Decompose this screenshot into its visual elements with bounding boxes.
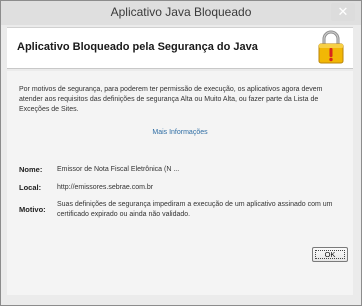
more-info-link[interactable]: Mais Informações xyxy=(7,129,353,136)
name-value: Emissor de Nota Fiscal Eletrônica (N ... xyxy=(57,166,180,173)
location-label: Local: xyxy=(19,183,42,192)
ok-button[interactable]: OK xyxy=(312,247,348,262)
reason-value: Suas definições de segurança impediram a… xyxy=(57,201,333,218)
close-icon: ✕ xyxy=(337,4,349,19)
name-label: Nome: xyxy=(19,165,43,174)
title-bar[interactable]: Aplicativo Java Bloqueado ✕ xyxy=(1,1,361,25)
window-title: Aplicativo Java Bloqueado xyxy=(110,5,252,19)
reason-label: Motivo: xyxy=(19,205,46,214)
security-message: Por motivos de segurança, para poderem t… xyxy=(19,86,323,113)
close-button[interactable]: ✕ xyxy=(331,3,355,21)
lock-warning-icon xyxy=(318,30,344,64)
dialog-body: Por motivos de segurança, para poderem t… xyxy=(7,71,353,295)
focus-ring xyxy=(315,250,345,259)
header-title: Aplicativo Bloqueado pela Segurança do J… xyxy=(17,41,258,53)
dialog-header: Aplicativo Bloqueado pela Segurança do J… xyxy=(7,27,353,69)
location-value: http://emissores.sebrae.com.br xyxy=(57,184,154,191)
dialog-window: Aplicativo Java Bloqueado ✕ Aplicativo B… xyxy=(0,0,362,306)
